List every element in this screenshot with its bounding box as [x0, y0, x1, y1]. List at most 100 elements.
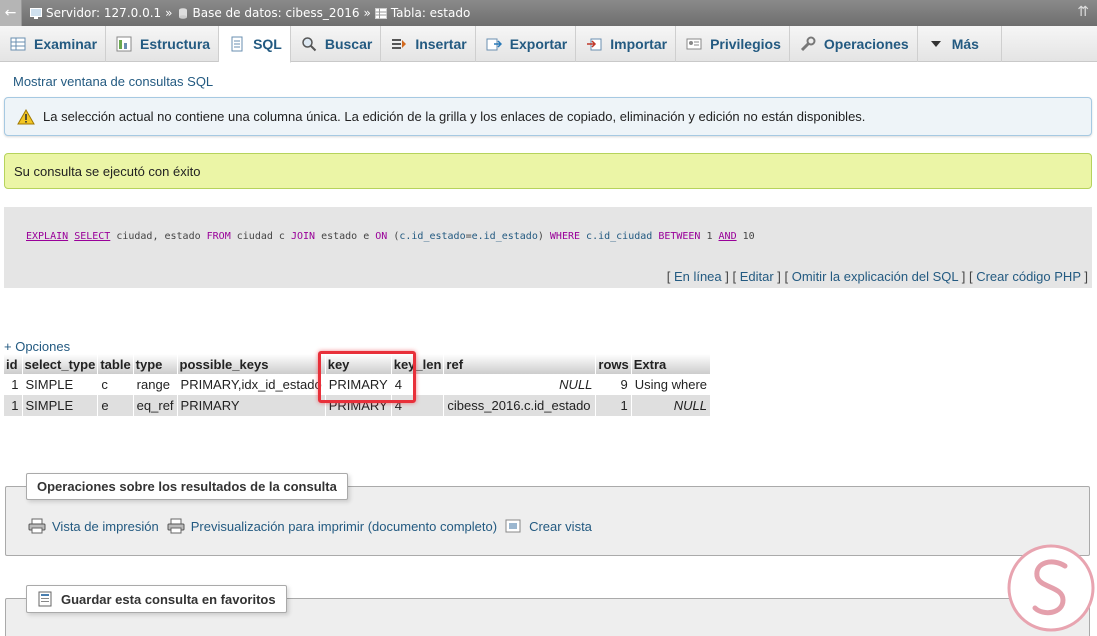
column-header-possible-keys[interactable]: possible_keys	[177, 354, 326, 374]
warning-notice: La selección actual no contiene una colu…	[4, 97, 1092, 136]
sql-field: c.id_ciudad	[586, 231, 653, 242]
tab-exportar[interactable]: Exportar	[476, 26, 577, 62]
print-preview-label: Previsualización para imprimir (document…	[190, 518, 498, 534]
tab-privilegios[interactable]: Privilegios	[676, 26, 790, 62]
column-header-select-type[interactable]: select_type	[22, 354, 99, 374]
tab-insertar[interactable]: Insertar	[381, 26, 476, 62]
wrench-icon	[800, 36, 816, 52]
cell-rows: 9	[595, 374, 632, 395]
sql-text: ciudad, estado	[110, 231, 207, 242]
cell-extra: NULL	[631, 395, 712, 416]
sql-keyword[interactable]: AND	[719, 231, 737, 242]
column-header-key-len[interactable]: key_len	[391, 354, 445, 374]
tab-label: Más	[951, 36, 979, 52]
column-header-table[interactable]: table	[97, 354, 134, 374]
sql-query-display: EXPLAIN SELECT ciudad, estado FROM ciuda…	[4, 207, 1092, 266]
breadcrumb-database-label: Base de datos: cibess_2016	[192, 6, 360, 20]
skip-explain-link[interactable]: Omitir la explicación del SQL	[792, 269, 958, 284]
printer-icon	[28, 518, 46, 534]
cell-id: 1	[4, 395, 23, 416]
cell-key-len: 4	[391, 395, 445, 416]
sql-keyword[interactable]: EXPLAIN	[26, 231, 68, 242]
query-results-operations-panel: Operaciones sobre los resultados de la c…	[5, 473, 1090, 556]
tab-examinar[interactable]: Examinar	[0, 26, 107, 62]
database-icon	[178, 7, 187, 19]
breadcrumb-server-label: Servidor: 127.0.0.1	[46, 6, 162, 20]
print-view-label: Vista de impresión	[52, 518, 159, 534]
breadcrumb: ← Servidor: 127.0.0.1 » Base de datos: c…	[0, 0, 1097, 26]
table-row[interactable]: 1 SIMPLE c range PRIMARY,idx_id_estado P…	[4, 374, 712, 395]
tab-label: Examinar	[34, 36, 98, 52]
sql-text: )	[537, 231, 550, 242]
bracket: ] [	[773, 269, 792, 284]
column-header-type[interactable]: type	[133, 354, 178, 374]
watermark-logo	[1007, 544, 1095, 632]
cell-type: range	[133, 374, 178, 395]
import-icon	[586, 36, 602, 52]
column-header-rows[interactable]: rows	[595, 354, 632, 374]
bookmark-icon	[38, 591, 52, 607]
print-view-link[interactable]: Vista de impresión	[28, 518, 159, 534]
browse-icon	[10, 36, 26, 52]
sql-keyword: WHERE	[549, 231, 581, 242]
warning-icon	[17, 108, 35, 124]
breadcrumb-table[interactable]: Tabla: estado	[374, 6, 471, 20]
cell-table: c	[97, 374, 134, 395]
bracket: [	[666, 269, 674, 284]
tab-estructura[interactable]: Estructura	[106, 26, 220, 62]
column-header-id[interactable]: id	[4, 354, 23, 374]
column-header-extra[interactable]: Extra	[631, 354, 712, 374]
tab-label: Insertar	[415, 36, 467, 52]
tab-label: Exportar	[509, 36, 568, 52]
sql-query-links: [ En línea ] [ Editar ] [ Omitir la expl…	[4, 266, 1092, 288]
create-php-code-link[interactable]: Crear código PHP	[976, 269, 1081, 284]
caret-down-icon	[928, 36, 944, 52]
sql-keyword[interactable]: SELECT	[74, 231, 110, 242]
breadcrumb-server[interactable]: Servidor: 127.0.0.1	[30, 6, 161, 20]
panel-title-text: Operaciones sobre los resultados de la c…	[37, 479, 337, 494]
collapse-icon[interactable]: ⇈	[1077, 4, 1089, 20]
create-view-label: Crear vista	[529, 518, 592, 534]
cell-ref: NULL	[443, 374, 597, 395]
inline-edit-link[interactable]: En línea	[674, 269, 722, 284]
cell-ref: cibess_2016.c.id_estado	[443, 395, 597, 416]
tab-sql[interactable]: SQL	[219, 26, 291, 63]
server-icon	[30, 7, 42, 19]
sql-keyword: BETWEEN	[658, 231, 701, 242]
breadcrumb-table-label: Tabla: estado	[390, 6, 471, 20]
sql-text: (	[387, 231, 400, 242]
create-view-link[interactable]: Crear vista	[505, 518, 592, 534]
cell-rows: 1	[595, 395, 632, 416]
cell-key-len: 4	[391, 374, 445, 395]
back-arrow-icon[interactable]: ←	[0, 0, 22, 26]
success-text: Su consulta se ejecutó con éxito	[14, 163, 201, 179]
tab-operaciones[interactable]: Operaciones	[790, 26, 918, 62]
edit-link[interactable]: Editar	[740, 269, 774, 284]
sql-icon	[229, 36, 245, 52]
tab-label: Operaciones	[823, 36, 909, 52]
print-preview-link[interactable]: Previsualización para imprimir (document…	[167, 518, 497, 534]
panel-title: Guardar esta consulta en favoritos	[26, 585, 287, 613]
sql-keyword: FROM	[206, 231, 231, 242]
sql-field: c.id_estado	[399, 231, 466, 242]
table-row[interactable]: 1 SIMPLE e eq_ref PRIMARY PRIMARY 4 cibe…	[4, 395, 712, 416]
show-sql-window-link[interactable]: Mostrar ventana de consultas SQL	[13, 74, 213, 89]
options-toggle-link[interactable]: + Opciones	[4, 339, 70, 354]
panel-title-text: Guardar esta consulta en favoritos	[61, 591, 276, 607]
cell-possible-keys: PRIMARY	[177, 395, 326, 416]
bookmark-query-panel: Guardar esta consulta en favoritos	[5, 585, 1090, 636]
tab-importar[interactable]: Importar	[576, 26, 677, 62]
breadcrumb-database[interactable]: Base de datos: cibess_2016	[177, 6, 360, 20]
breadcrumb-separator: »	[165, 6, 173, 20]
insert-icon	[391, 36, 407, 52]
column-header-key[interactable]: key	[325, 354, 392, 374]
cell-id: 1	[4, 374, 23, 395]
explain-results-table: id select_type table type possible_keys …	[4, 354, 712, 416]
column-header-ref[interactable]: ref	[443, 354, 597, 374]
cell-key: PRIMARY	[325, 374, 392, 395]
tab-label: Privilegios	[710, 36, 781, 52]
tab-mas[interactable]: Más	[918, 26, 1002, 62]
cell-type: eq_ref	[133, 395, 178, 416]
tab-buscar[interactable]: Buscar	[291, 26, 382, 62]
export-icon	[486, 36, 502, 52]
